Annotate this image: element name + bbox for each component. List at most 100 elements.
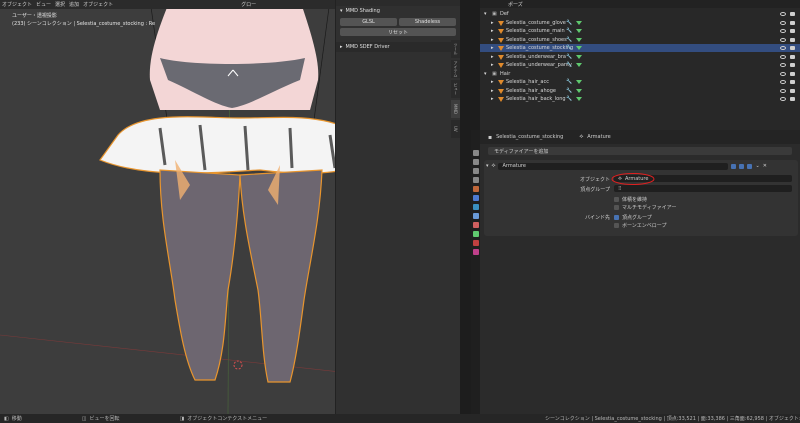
outliner-object-row[interactable]: ▸ Selestia_costume_main 🔧 <box>480 27 800 35</box>
close-icon[interactable]: ✕ <box>763 163 767 169</box>
chevron-right-icon[interactable]: ▸ <box>491 96 494 102</box>
tab-uv[interactable]: UV <box>451 120 460 138</box>
render-camera-icon[interactable] <box>790 88 795 93</box>
mesh-icon: ▪ <box>488 133 493 141</box>
data-tab-icon[interactable] <box>472 231 479 237</box>
visibility-eye-icon[interactable] <box>780 88 786 93</box>
bone-envelopes-option[interactable]: ボーンエンベロープ <box>614 222 666 229</box>
visibility-eye-icon[interactable] <box>780 37 786 42</box>
chevron-down-icon[interactable]: ▾ <box>486 163 489 169</box>
chevron-right-icon[interactable]: ▸ <box>491 62 494 68</box>
menu-object[interactable]: オブジェクト <box>83 1 113 8</box>
chevron-down-icon[interactable]: ▾ <box>484 71 487 77</box>
multi-modifier-checkbox[interactable] <box>614 205 619 210</box>
chevron-right-icon[interactable]: ▸ <box>491 28 494 34</box>
chevron-right-icon[interactable]: ▸ <box>491 88 494 94</box>
visibility-eye-icon[interactable] <box>780 71 786 76</box>
add-modifier-button[interactable]: モディファイアーを追加 <box>488 147 792 155</box>
render-camera-icon[interactable] <box>790 71 795 76</box>
vertex-groups-option[interactable]: 頂点グループ <box>614 214 652 221</box>
status-scene-info: シーンコレクション | Selestia_costume_stocking | … <box>545 416 800 422</box>
modifier-wrench-icon: 🔧 <box>566 53 573 60</box>
tool-tab-icon[interactable] <box>472 150 479 156</box>
visibility-eye-icon[interactable] <box>780 97 786 101</box>
vertex-group-field[interactable]: ⠿ <box>614 185 792 192</box>
modifier-name-field[interactable]: Armature <box>498 162 729 170</box>
shadeless-button[interactable]: Shadeless <box>399 18 456 26</box>
modifier-wrench-icon: 🔧 <box>566 36 573 43</box>
realtime-toggle-icon[interactable] <box>739 163 745 169</box>
material-tab-icon[interactable] <box>472 240 479 246</box>
mmd-sdef-title: MMD SDEF Driver <box>345 44 390 50</box>
render-camera-icon[interactable] <box>790 29 795 33</box>
outliner-object-row[interactable]: ▸ Selestia_hair_ahoge 🔧 <box>480 87 800 95</box>
outliner-object-row[interactable]: ▸ Selestia_hair_back_long 🔧 <box>480 95 800 103</box>
render-camera-icon[interactable] <box>790 80 795 84</box>
render-camera-icon[interactable] <box>790 97 795 101</box>
render-camera-icon[interactable] <box>790 54 795 59</box>
outliner-object-row[interactable]: ▸ Selestia_underwear_bra 🔧 <box>480 53 800 61</box>
armature-link[interactable]: Armature <box>587 134 610 140</box>
menu-select[interactable]: 選択 <box>55 1 65 8</box>
object-tab-icon[interactable] <box>472 186 479 192</box>
outliner-object-row[interactable]: ▸ Selestia_underwear_panty 🔧 <box>480 61 800 69</box>
preserve-volume-option[interactable]: 体積を維持 <box>614 196 647 203</box>
glsl-button[interactable]: GLSL <box>340 18 397 26</box>
outliner-object-row[interactable]: ▸ Selestia_costume_shoes 🔧 <box>480 36 800 44</box>
chevron-right-icon[interactable]: ▸ <box>491 37 494 43</box>
mmd-shading-header[interactable]: ▾ MMD Shading <box>336 6 460 16</box>
visibility-eye-icon[interactable] <box>780 63 786 67</box>
render-camera-icon[interactable] <box>790 63 795 67</box>
outliner-item-label: Selestia_costume_main <box>506 28 565 34</box>
tab-item[interactable]: アイテム <box>451 60 460 78</box>
render-toggle-icon[interactable] <box>747 163 753 169</box>
modifier-wrench-icon[interactable] <box>472 195 479 201</box>
bone-envelopes-checkbox[interactable] <box>614 223 619 228</box>
visibility-eye-icon[interactable] <box>780 29 786 33</box>
chevron-right-icon[interactable]: ▸ <box>491 45 494 51</box>
multi-modifier-option[interactable]: マルチモディファイアー <box>614 204 676 211</box>
render-camera-icon[interactable] <box>790 20 795 25</box>
outliner-object-row[interactable]: ▸ Selestia_costume_glove 🔧 <box>480 19 800 27</box>
tab-tool[interactable]: ツール <box>451 40 460 58</box>
visibility-eye-icon[interactable] <box>780 80 786 84</box>
chevron-right-icon[interactable]: ▸ <box>491 54 494 60</box>
constraints-tab-icon[interactable] <box>472 222 479 228</box>
menu-view[interactable]: ビュー <box>36 1 51 8</box>
visibility-eye-icon[interactable] <box>780 46 786 50</box>
modifier-wrench-icon: 🔧 <box>566 79 573 85</box>
visibility-eye-icon[interactable] <box>780 54 786 59</box>
shading-menu[interactable]: グロー <box>241 1 256 8</box>
chevron-down-icon[interactable]: ▾ <box>484 11 487 17</box>
visibility-eye-icon[interactable] <box>780 20 786 25</box>
view-layer-tab-icon[interactable] <box>472 177 479 183</box>
reset-button[interactable]: リセット <box>340 28 456 36</box>
tab-mmd[interactable]: MMD <box>451 100 460 118</box>
modifier-dropdown-icon[interactable]: ⌄ <box>755 163 759 169</box>
outliner-object-row[interactable]: ▸ Selestia_costume_stocking 🔧 <box>480 44 800 52</box>
outliner[interactable]: ポーズ ▾ ▣ Def ▸ Selestia_costume_glove 🔧 ▸ Selest… <box>480 0 800 130</box>
texture-tab-icon[interactable] <box>472 249 479 255</box>
vertex-groups-checkbox[interactable] <box>614 215 619 220</box>
chevron-down-icon: ▾ <box>340 8 343 14</box>
particles-tab-icon[interactable] <box>472 204 479 210</box>
chevron-right-icon[interactable]: ▸ <box>491 20 494 26</box>
mesh-object-icon <box>498 46 504 51</box>
physics-tab-icon[interactable] <box>472 213 479 219</box>
menu-mode[interactable]: オブジェクト <box>2 1 32 8</box>
chevron-right-icon[interactable]: ▸ <box>491 79 494 85</box>
output-tab-icon[interactable] <box>472 168 479 174</box>
edit-mode-toggle-icon[interactable] <box>731 163 737 169</box>
render-camera-icon[interactable] <box>790 12 795 16</box>
outliner-object-row[interactable]: ▸ Selestia_hair_acc 🔧 <box>480 78 800 86</box>
render-tab-icon[interactable] <box>472 159 479 165</box>
visibility-eye-icon[interactable] <box>780 12 786 16</box>
outliner-collection-row[interactable]: ▾ ▣ Hair <box>480 70 800 78</box>
outliner-collection-row[interactable]: ▾ ▣ Def <box>480 10 800 18</box>
render-camera-icon[interactable] <box>790 37 795 42</box>
render-camera-icon[interactable] <box>790 46 795 50</box>
tab-view[interactable]: ビュー <box>451 80 460 98</box>
mmd-sdef-header[interactable]: ▸ MMD SDEF Driver <box>336 42 460 52</box>
menu-add[interactable]: 追加 <box>69 1 79 8</box>
preserve-volume-checkbox[interactable] <box>614 197 619 202</box>
